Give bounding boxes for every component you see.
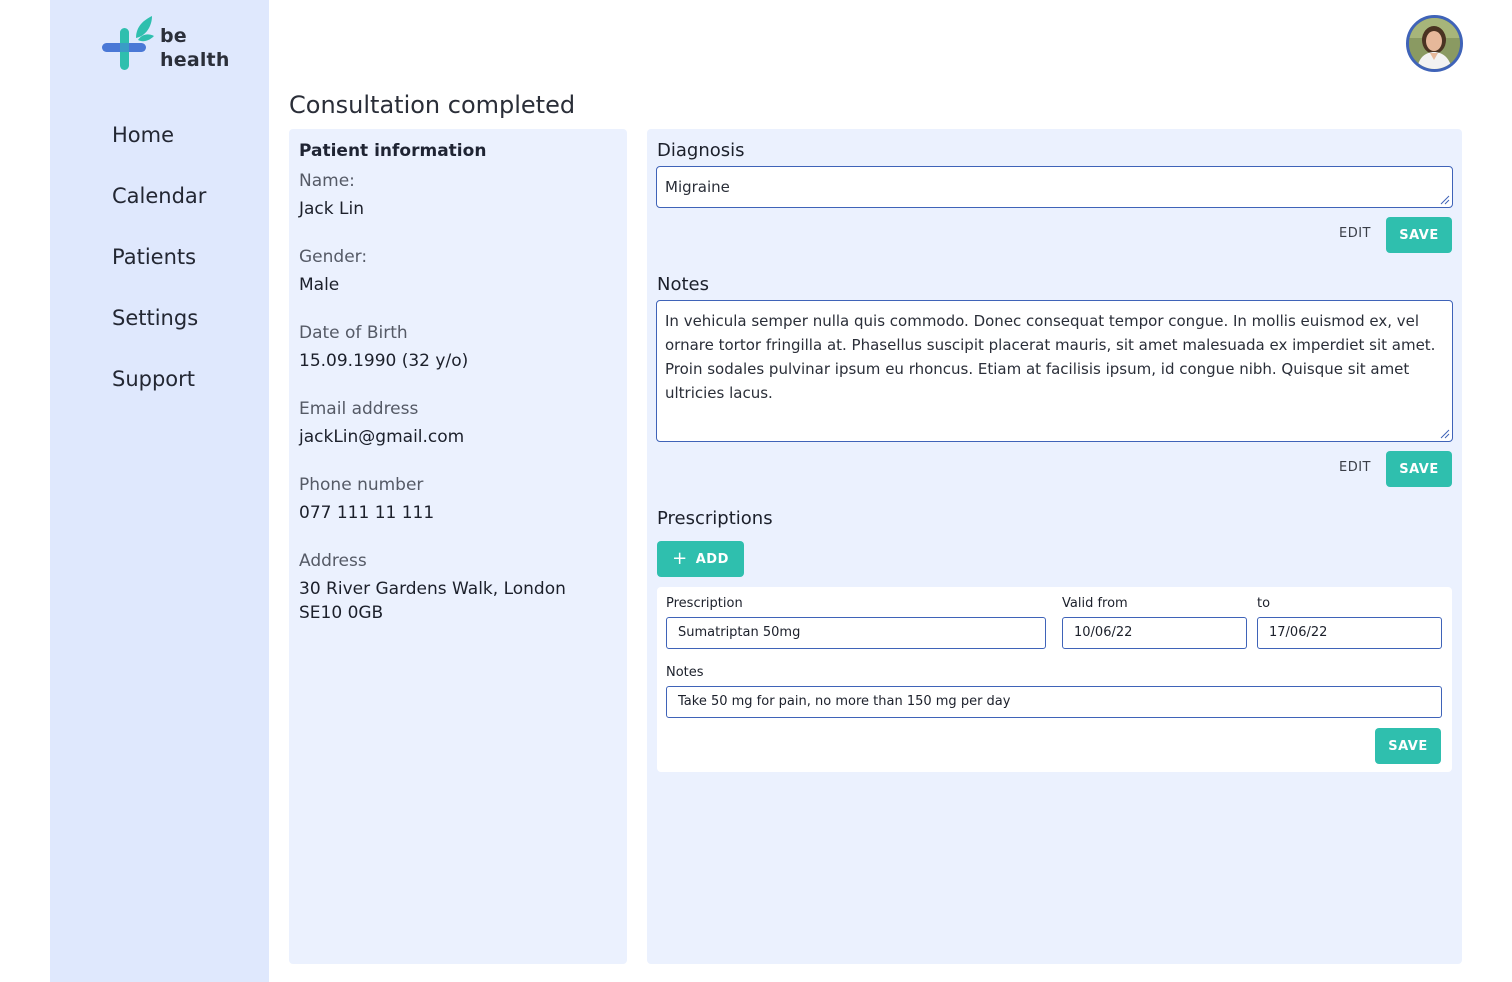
prescription-notes-label: Notes [666,665,704,680]
sidebar: be health Home Calendar Patients Setting… [50,0,269,982]
patient-phone-label: Phone number [299,475,424,495]
page-title: Consultation completed [289,91,576,119]
prescription-save-button[interactable]: SAVE [1375,728,1441,764]
patient-address-line-2: SE10 0GB [299,603,384,623]
brand-line-2: health [160,49,230,71]
patient-gender-group: Gender: Male [299,245,617,297]
patient-phone-group: Phone number 077 111 11 111 [299,473,617,525]
sidebar-nav: Home Calendar Patients Settings Support [112,118,206,423]
add-prescription-button[interactable]: + ADD [657,541,744,577]
diagnosis-textarea[interactable]: Migraine [656,166,1453,208]
sidebar-item-home[interactable]: Home [112,118,206,152]
notes-edit-button[interactable]: EDIT [1339,460,1371,475]
patient-dob-label: Date of Birth [299,323,408,343]
patient-info-heading: Patient information [299,141,487,161]
brand-logo[interactable]: be health [102,16,232,72]
patient-phone-value: 077 111 11 111 [299,503,435,523]
patient-address-line-1: 30 River Gardens Walk, London [299,579,566,599]
diagnosis-value: Migraine [665,178,730,196]
patient-address-group: Address 30 River Gardens Walk, London SE… [299,549,617,625]
health-cross-icon [102,16,154,70]
brand-name: be health [160,24,230,72]
notes-value: In vehicula semper nulla quis commodo. D… [665,312,1436,402]
valid-from-label: Valid from [1062,596,1128,611]
prescriptions-title: Prescriptions [657,508,773,529]
diagnosis-save-button[interactable]: SAVE [1386,217,1452,253]
resize-grip-icon[interactable] [1440,195,1450,205]
resize-grip-icon[interactable] [1440,429,1450,439]
diagnosis-edit-button[interactable]: EDIT [1339,226,1371,241]
sidebar-item-calendar[interactable]: Calendar [112,179,206,213]
patient-dob-value: 15.09.1990 (32 y/o) [299,351,469,371]
valid-to-input[interactable]: 17/06/22 [1257,617,1442,649]
patient-gender-label: Gender: [299,247,368,267]
patient-name-group: Name: Jack Lin [299,169,617,221]
valid-from-input[interactable]: 10/06/22 [1062,617,1247,649]
plus-icon: + [672,548,688,569]
patient-dob-group: Date of Birth 15.09.1990 (32 y/o) [299,321,617,373]
patient-info-panel: Patient information Name: Jack Lin Gende… [289,129,627,964]
prescription-label: Prescription [666,596,743,611]
notes-title: Notes [657,274,709,295]
prescription-card: Prescription Valid from to Sumatriptan 5… [657,587,1452,772]
brand-line-1: be [160,25,187,47]
patient-address-label: Address [299,551,367,571]
add-prescription-label: ADD [695,551,729,567]
valid-to-label: to [1257,596,1271,611]
patient-email-value: jackLin@gmail.com [299,427,465,447]
patient-gender-value: Male [299,275,340,295]
prescription-notes-input[interactable]: Take 50 mg for pain, no more than 150 mg… [666,686,1442,718]
sidebar-item-patients[interactable]: Patients [112,240,206,274]
diagnosis-title: Diagnosis [657,140,745,161]
patient-email-group: Email address jackLin@gmail.com [299,397,617,449]
notes-save-button[interactable]: SAVE [1386,451,1452,487]
prescription-input[interactable]: Sumatriptan 50mg [666,617,1046,649]
patient-name-label: Name: [299,171,355,191]
avatar-portrait-icon [1409,18,1460,69]
consultation-panel: Diagnosis Migraine EDIT SAVE Notes In ve… [647,129,1462,964]
notes-textarea[interactable]: In vehicula semper nulla quis commodo. D… [656,300,1453,442]
sidebar-item-support[interactable]: Support [112,362,206,396]
patient-name-value: Jack Lin [299,199,364,219]
sidebar-item-settings[interactable]: Settings [112,301,206,335]
patient-email-label: Email address [299,399,419,419]
user-avatar[interactable] [1406,15,1463,72]
